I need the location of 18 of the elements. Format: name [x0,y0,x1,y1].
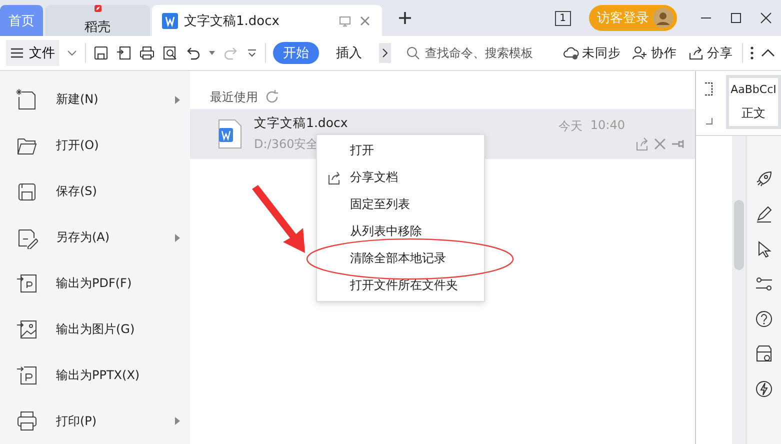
file-menu-label: 打印(P) [56,412,98,430]
file-menu-label: 新建(N) [56,91,100,108]
tab-label: 稻壳 [84,19,110,36]
style-sample-text: AaBbCcI [730,82,776,96]
file-menu-label: 输出为图片(G) [56,320,136,338]
file-date: 今天 [558,118,582,134]
file-menu-label: 另存为(A) [56,229,111,246]
file-menu-label: 打开(O) [56,137,100,154]
file-name: 文字文稿1.docx [254,115,348,132]
section-heading: 最近使用 [210,88,258,106]
file-menu-label: 输出为PDF(F) [56,274,133,292]
file-menu-label: 输出为PPTX(X) [56,366,141,384]
file-path: D:/360安全 [254,136,320,153]
tab-label: 文字文稿1.docx [184,12,280,30]
file-time: 10:40 [590,118,625,134]
style-name: 正文 [742,104,766,122]
file-menu-label: 保存(S) [56,183,98,200]
tab-label: 首页 [8,12,34,30]
